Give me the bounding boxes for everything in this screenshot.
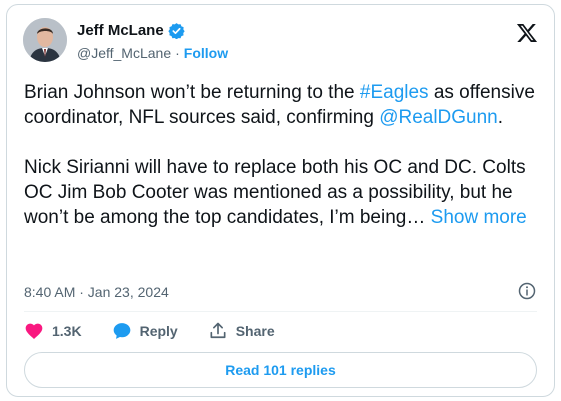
share-label: Share xyxy=(235,323,275,339)
author-handle[interactable]: @Jeff_McLane xyxy=(77,45,171,61)
share-button[interactable]: Share xyxy=(208,321,275,341)
tweet-card: Jeff McLane @Jeff_McLane · Follow Brian … xyxy=(6,4,555,397)
author-display-name[interactable]: Jeff McLane xyxy=(77,22,164,39)
verified-badge-icon xyxy=(168,22,185,40)
reply-button[interactable]: Reply xyxy=(112,321,178,341)
tweet-timestamp[interactable]: 8:40 AM · Jan 23, 2024 xyxy=(24,284,169,300)
hashtag-link[interactable]: #Eagles xyxy=(360,82,429,103)
heart-icon xyxy=(25,323,43,339)
action-bar: 1.3K Reply Share xyxy=(24,321,305,341)
info-icon[interactable] xyxy=(518,282,536,300)
avatar[interactable] xyxy=(23,18,67,62)
x-logo-icon[interactable] xyxy=(516,22,538,44)
read-replies-button[interactable]: Read 101 replies xyxy=(24,352,537,388)
tweet-text: Brian Johnson won’t be returning to the … xyxy=(24,80,544,230)
author-name-row: Jeff McLane xyxy=(77,22,185,40)
show-more-link[interactable]: Show more xyxy=(431,207,527,228)
follow-button[interactable]: Follow xyxy=(184,45,228,61)
like-button[interactable]: 1.3K xyxy=(24,321,82,341)
handle-separator: · xyxy=(175,45,180,61)
reply-label: Reply xyxy=(139,323,178,339)
tweet-text-part: . xyxy=(497,107,504,128)
reply-bubble-icon xyxy=(113,323,130,339)
share-icon xyxy=(210,322,226,339)
author-handle-row: @Jeff_McLane · Follow xyxy=(77,45,228,61)
divider xyxy=(24,311,537,312)
tweet-text-part: Brian Johnson won’t be returning to the xyxy=(24,82,360,103)
mention-link[interactable]: @RealDGunn xyxy=(379,107,498,128)
like-count: 1.3K xyxy=(52,323,82,339)
